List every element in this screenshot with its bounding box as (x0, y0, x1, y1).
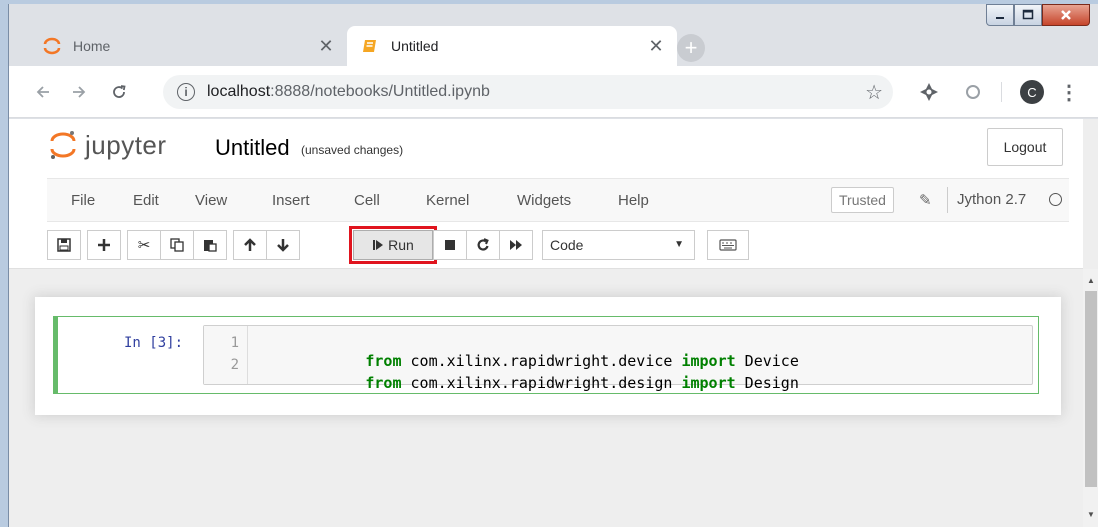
run-button-highlight (349, 226, 437, 264)
jupyter-logo-icon (50, 131, 76, 159)
close-icon (1061, 10, 1071, 20)
paste-cell-button[interactable] (193, 230, 227, 260)
restart-icon (477, 238, 489, 251)
more-menu-icon[interactable]: ⋮ (1059, 80, 1079, 104)
tab-untitled[interactable]: Untitled ✕ (347, 26, 677, 66)
keyboard-icon (719, 239, 737, 251)
menu-cell[interactable]: Cell (354, 192, 380, 209)
save-button[interactable] (47, 230, 81, 260)
scissors-icon: ✂ (137, 237, 151, 254)
minimize-icon (996, 17, 1004, 19)
jupyter-header: jupyter Untitled (unsaved changes) Logou… (9, 119, 1083, 174)
restart-kernel-button[interactable] (466, 230, 500, 260)
jupyter-wordmark: jupyter (85, 129, 167, 160)
back-arrow-icon (36, 86, 49, 98)
jupyter-home-icon (43, 37, 61, 55)
extension-circle-icon[interactable] (961, 80, 985, 104)
scroll-up-arrow-icon[interactable]: ▲ (1086, 275, 1096, 285)
scroll-thumb[interactable] (1085, 291, 1097, 487)
interrupt-kernel-button[interactable] (433, 230, 467, 260)
back-button[interactable] (31, 80, 55, 104)
menu-insert[interactable]: Insert (272, 192, 310, 209)
menu-view[interactable]: View (195, 192, 227, 209)
move-up-button[interactable] (233, 230, 267, 260)
code-editor[interactable]: 1 2 from com.xilinx.rapidwright.device i… (203, 325, 1033, 392)
stop-icon (445, 240, 455, 250)
url-text: localhost:8888/notebooks/Untitled.ipynb (207, 83, 490, 100)
input-prompt: In [3]: (124, 335, 184, 351)
window-controls (986, 4, 1090, 26)
window-close-button[interactable] (1042, 4, 1090, 26)
code-line: from com.xilinx.rapidwright.design impor… (365, 374, 799, 392)
jupyter-logo[interactable]: jupyter (49, 129, 167, 161)
insert-cell-button[interactable] (87, 230, 121, 260)
tab-strip: Home ✕ Untitled ✕ + (9, 4, 1098, 66)
plus-icon (98, 239, 110, 251)
restart-run-all-button[interactable] (499, 230, 533, 260)
notebook-icon (361, 37, 379, 55)
copy-cell-button[interactable] (160, 230, 194, 260)
toolbar-divider (1001, 82, 1002, 102)
maximize-icon (1022, 9, 1034, 20)
menu-edit[interactable]: Edit (133, 192, 159, 209)
line-gutter: 1 2 (204, 326, 248, 384)
page-scrollbar[interactable]: ▲ ▼ (1083, 269, 1098, 527)
forward-arrow-icon (73, 86, 86, 98)
trusted-indicator[interactable]: Trusted (831, 187, 894, 213)
kernel-name[interactable]: Jython 2.7 (957, 191, 1026, 208)
fast-forward-icon (510, 240, 522, 250)
tab-title: Untitled (391, 38, 439, 54)
menu-kernel[interactable]: Kernel (426, 192, 469, 209)
line-number: 2 (230, 357, 239, 373)
info-icon[interactable]: i (177, 83, 195, 101)
cell-type-select[interactable]: Code ▼ (542, 230, 695, 260)
code-cell[interactable]: In [3]: 1 2 from com.xilinx.rapidwright.… (53, 316, 1039, 394)
forward-button[interactable] (67, 80, 91, 104)
chevron-down-icon: ▼ (674, 239, 684, 250)
scroll-down-arrow-icon[interactable]: ▼ (1086, 509, 1096, 519)
address-bar[interactable]: i localhost:8888/notebooks/Untitled.ipyn… (163, 75, 893, 109)
command-palette-button[interactable] (707, 230, 749, 260)
bookmark-star-icon[interactable]: ☆ (865, 80, 883, 105)
menu-file[interactable]: File (71, 192, 95, 209)
close-icon[interactable]: ✕ (645, 35, 667, 57)
menubar-container: File Edit View Insert Cell Kernel Widget… (9, 174, 1083, 269)
maximize-button[interactable] (1014, 4, 1042, 26)
notebook-container: In [3]: 1 2 from com.xilinx.rapidwright.… (35, 297, 1061, 415)
close-icon[interactable]: ✕ (315, 35, 337, 57)
jupyter-page: jupyter Untitled (unsaved changes) Logou… (9, 119, 1098, 527)
reload-icon (113, 85, 126, 98)
new-tab-button[interactable]: + (677, 34, 705, 62)
minimize-button[interactable] (986, 4, 1014, 26)
logout-button[interactable]: Logout (987, 128, 1063, 166)
paste-icon (204, 240, 217, 252)
pencil-edit-icon[interactable]: ✎ (919, 191, 932, 209)
save-icon (57, 238, 71, 252)
menubar: File Edit View Insert Cell Kernel Widget… (47, 178, 1069, 222)
kernel-divider (947, 187, 948, 213)
arrow-down-icon (277, 239, 289, 252)
extension-icon[interactable] (917, 80, 941, 104)
cut-cell-button[interactable]: ✂ (127, 230, 161, 260)
menu-help[interactable]: Help (618, 192, 649, 209)
reload-button[interactable] (107, 80, 131, 104)
move-down-button[interactable] (266, 230, 300, 260)
notebook-name[interactable]: Untitled (215, 135, 290, 161)
kernel-idle-indicator (1049, 193, 1062, 206)
tab-home[interactable]: Home ✕ (29, 26, 347, 66)
profile-avatar[interactable]: C (1020, 80, 1044, 104)
menu-widgets[interactable]: Widgets (517, 192, 571, 209)
tab-title: Home (73, 38, 111, 54)
cell-type-value: Code (550, 237, 584, 253)
line-number: 1 (230, 335, 239, 351)
copy-icon (170, 238, 184, 252)
save-status: (unsaved changes) (301, 143, 404, 157)
arrow-up-icon (244, 238, 256, 251)
browser-window: Home ✕ Untitled ✕ + i localhost:8888/not… (8, 4, 1098, 527)
browser-toolbar: i localhost:8888/notebooks/Untitled.ipyn… (9, 66, 1098, 118)
